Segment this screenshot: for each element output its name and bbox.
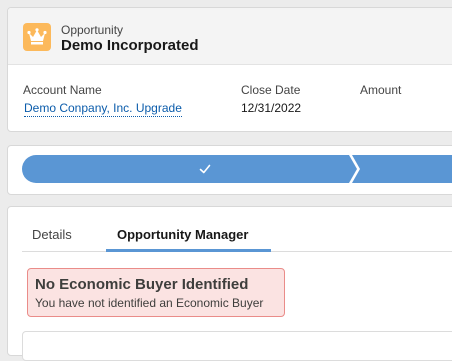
record-header-top: Opportunity Demo Incorporated (8, 8, 452, 65)
object-type-label: Opportunity (61, 23, 124, 37)
path-step-complete[interactable] (22, 155, 357, 183)
sales-path-card (7, 145, 452, 195)
tab-opportunity-manager[interactable]: Opportunity Manager (117, 227, 248, 242)
check-icon (199, 164, 211, 174)
account-name-value[interactable]: Demo Conpany, Inc. Upgrade (24, 101, 182, 117)
tabs-card: Details Opportunity Manager No Economic … (7, 206, 452, 361)
path-step-next[interactable] (352, 155, 452, 183)
close-date-label: Close Date (241, 83, 301, 97)
opportunity-manager-panel (22, 331, 452, 361)
amount-label: Amount (360, 83, 402, 97)
active-tab-indicator (106, 249, 271, 252)
account-name-link[interactable]: Demo Conpany, Inc. Upgrade (24, 101, 182, 117)
alert-title: No Economic Buyer Identified (35, 276, 249, 293)
economic-buyer-alert: No Economic Buyer Identified You have no… (27, 268, 285, 317)
record-header-card: Opportunity Demo Incorporated Account Na… (7, 7, 452, 132)
tab-details[interactable]: Details (32, 227, 72, 242)
account-name-label: Account Name (23, 83, 102, 97)
crown-icon (23, 23, 51, 51)
close-date-value: 12/31/2022 (241, 101, 302, 115)
alert-message: You have not identified an Economic Buye… (35, 296, 264, 310)
record-name: Demo Incorporated (61, 37, 199, 54)
